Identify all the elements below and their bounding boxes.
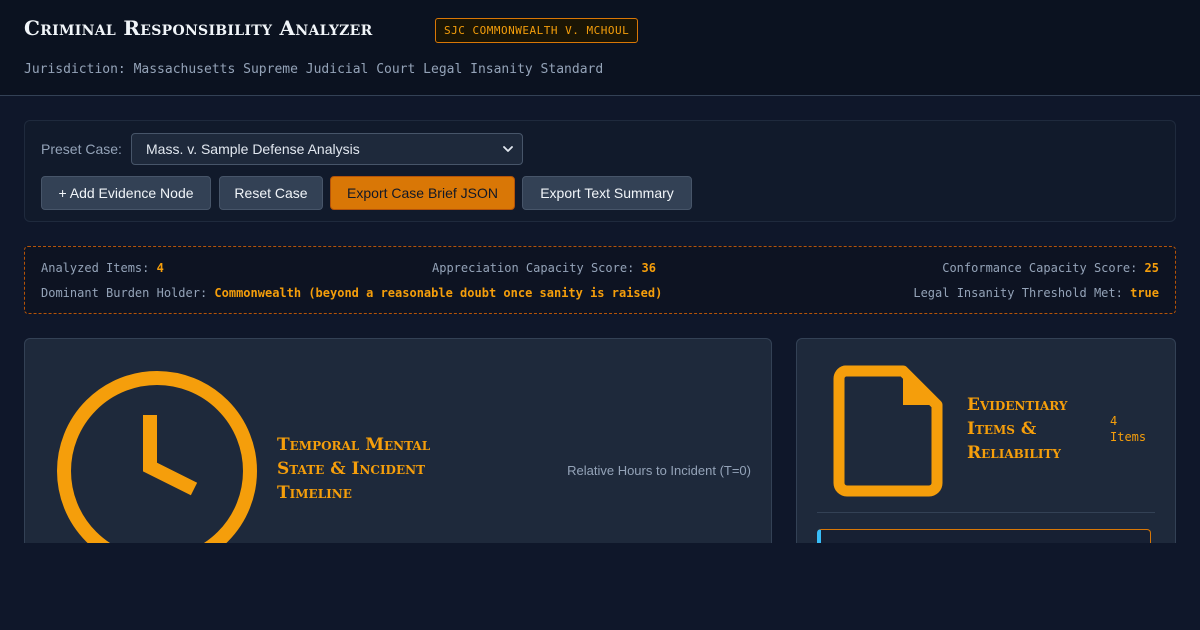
reset-case-button[interactable]: Reset Case	[219, 176, 323, 210]
controls-panel: Preset Case: Mass. v. Sample Defense Ana…	[24, 120, 1176, 222]
stat-label: Legal Insanity Threshold Met:	[913, 286, 1123, 300]
preset-select-value: Mass. v. Sample Defense Analysis	[146, 141, 360, 157]
evidence-items-count: 4 Items	[1110, 414, 1147, 444]
stat-value: Commonwealth (beyond a reasonable doubt …	[214, 286, 663, 300]
jurisdiction-text: Jurisdiction: Massachusetts Supreme Judi…	[24, 62, 604, 77]
app-title: Criminal Responsibility Analyzer	[24, 16, 373, 40]
stat-conformance-score: Conformance Capacity Score: 25	[942, 261, 1159, 275]
stat-value: 25	[1144, 261, 1159, 275]
export-case-brief-json-button[interactable]: Export Case Brief JSON	[330, 176, 515, 210]
timeline-title: Temporal Mental State & Incident Timelin…	[277, 435, 431, 503]
stat-label: Dominant Burden Holder:	[41, 286, 208, 300]
case-badge: SJC COMMONWEALTH V. MCHOUL	[435, 18, 639, 43]
stat-appreciation-score: Appreciation Capacity Score: 36	[432, 261, 656, 275]
stat-analyzed-items: Analyzed Items: 4	[41, 261, 164, 275]
analysis-stats-bar: Analyzed Items: 4 Appreciation Capacity …	[24, 246, 1176, 314]
stat-value: 36	[641, 261, 656, 275]
stat-value: 4	[156, 261, 164, 275]
divider	[817, 512, 1155, 513]
timeline-axis-caption: Relative Hours to Incident (T=0)	[567, 463, 751, 478]
add-evidence-node-button[interactable]: + Add Evidence Node	[41, 176, 211, 210]
chevron-down-icon	[503, 146, 513, 152]
stat-value: true	[1130, 286, 1159, 300]
stat-label: Analyzed Items:	[41, 261, 150, 275]
app-header: Criminal Responsibility Analyzer SJC COM…	[0, 0, 1200, 96]
evidence-title: Evidentiary Items & Reliability	[967, 395, 1068, 463]
export-text-summary-button[interactable]: Export Text Summary	[522, 176, 692, 210]
page-bottom	[0, 543, 1200, 630]
preset-label: Preset Case:	[41, 141, 122, 157]
preset-case-select[interactable]: Mass. v. Sample Defense Analysis	[131, 133, 523, 165]
stat-label: Conformance Capacity Score:	[942, 261, 1138, 275]
document-icon	[833, 365, 943, 497]
stat-label: Appreciation Capacity Score:	[432, 261, 635, 275]
stat-insanity-threshold: Legal Insanity Threshold Met: true	[913, 286, 1159, 300]
stat-burden-holder: Dominant Burden Holder: Commonwealth (be…	[41, 286, 662, 300]
